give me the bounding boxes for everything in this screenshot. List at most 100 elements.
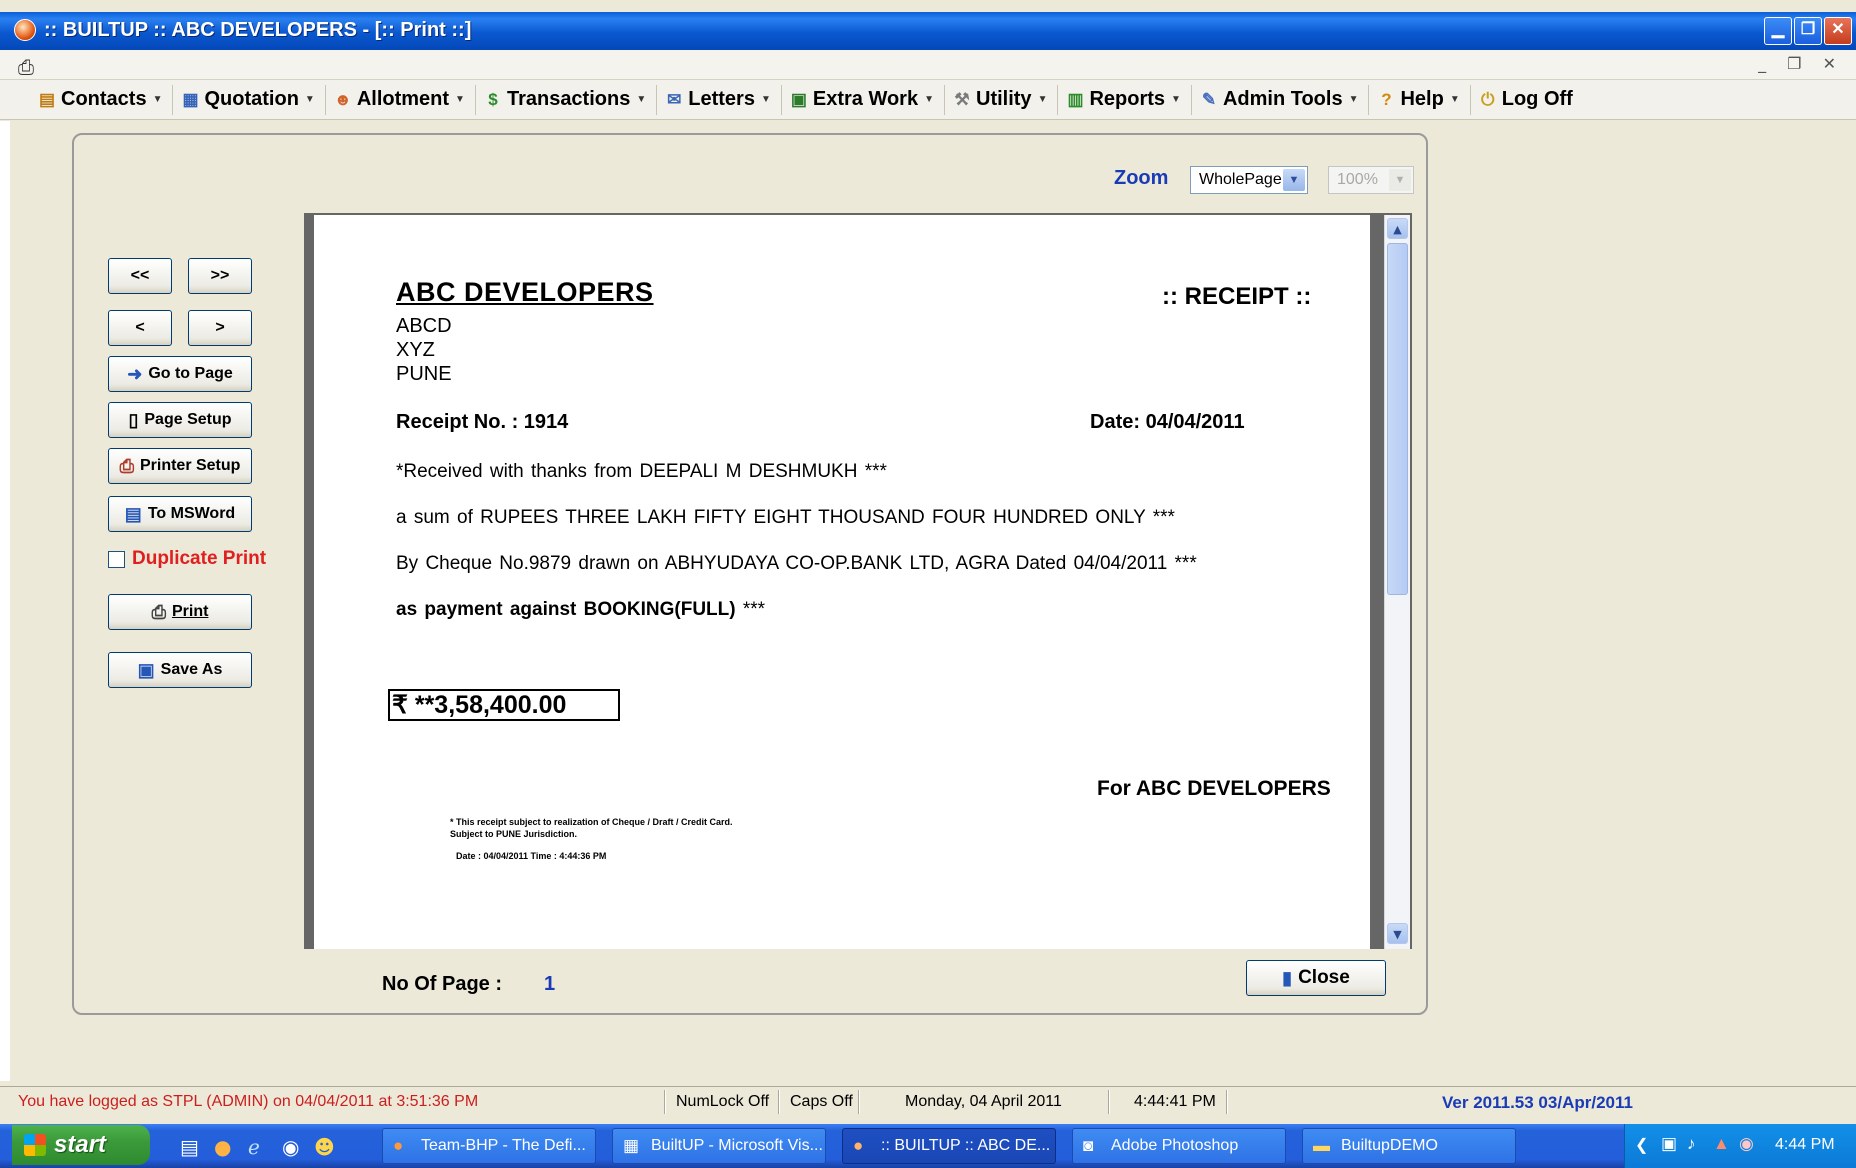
menu-log-off[interactable]: ⏻ Log Off [1471,85,1583,115]
messenger-icon[interactable]: ☻ [314,1135,335,1159]
close-label: Close [1298,967,1350,988]
internet-explorer-icon[interactable]: ℯ [248,1135,260,1159]
scroll-down-icon[interactable]: ▼ [1387,923,1408,944]
letter-icon: ✉ [667,89,682,109]
menu-label: Contacts [61,88,147,110]
taskbar-item-builtupdemo[interactable]: ▬ BuiltupDEMO [1302,1128,1516,1164]
printer-setup-icon: ⎙ [119,456,134,476]
printer-setup-button[interactable]: ⎙ Printer Setup [108,448,252,484]
duplicate-print-label[interactable]: Duplicate Print [132,548,266,570]
log-off-icon: ⏻ [1481,89,1495,109]
menu-reports[interactable]: ▥ Reports ▼ [1058,84,1192,115]
to-msword-button[interactable]: ▤ To MSWord [108,496,252,532]
close-window-button[interactable]: ✕ [1824,17,1852,45]
chevron-down-icon: ▼ [924,94,934,105]
scroll-thumb[interactable] [1387,243,1408,595]
zoom-percent-select[interactable]: 100% ▼ [1328,166,1414,194]
caps-status: Caps Off [790,1093,853,1110]
window-title: :: BUILTUP :: ABC DEVELOPERS - [:: Print… [44,19,472,41]
no-of-page-value: 1 [544,973,556,995]
admin-tools-icon: ✎ [1201,89,1217,109]
status-date: Monday, 04 April 2011 [905,1093,1062,1110]
duplicate-print-checkbox[interactable] [108,550,125,568]
login-status: You have logged as STPL (ADMIN) on 04/04… [18,1093,479,1110]
receipt-date: Date: 04/04/2011 [1090,411,1245,433]
menu-help[interactable]: ? Help ▼ [1369,84,1471,115]
scroll-up-icon[interactable]: ▲ [1387,218,1408,239]
firefox-quicklaunch-icon[interactable]: ● [214,1135,231,1159]
save-disk-icon: ▣ [137,660,155,680]
antivirus-icon[interactable]: ▲ [1713,1134,1730,1154]
save-as-button[interactable]: ▣ Save As [108,652,252,688]
report-viewer: ABC DEVELOPERS :: RECEIPT :: ABCD XYZ PU… [304,213,1412,949]
no-of-page-label: No Of Page : [382,973,503,995]
close-preview-button[interactable]: ▮ Close [1246,960,1386,996]
menu-contacts[interactable]: ▤ Contacts ▼ [30,84,174,115]
document-icon: ▦ [182,89,199,109]
minimize-button[interactable]: ▁ [1764,17,1792,45]
zoom-label: Zoom [1114,167,1169,189]
security-icon[interactable]: ◉ [1739,1134,1754,1154]
show-desktop-icon[interactable]: ▤ [180,1135,199,1159]
taskbar-item-builtup[interactable]: ● :: BUILTUP :: ABC DE... [842,1128,1056,1164]
mdi-window-controls[interactable]: _ ❐ ✕ [1758,54,1844,73]
payment-purpose-line: as payment against BOOKING(FULL) *** [396,599,765,621]
chevron-down-icon: ▼ [304,94,315,105]
zoom-select[interactable]: WholePage ▼ [1190,166,1308,194]
money-icon: $ [488,89,498,109]
previous-page-button[interactable]: < [108,310,172,346]
menu-label: Log Off [1501,88,1573,110]
window-title-bar[interactable]: :: BUILTUP :: ABC DEVELOPERS - [:: Print… [0,12,1856,50]
menu-transactions[interactable]: $ Transactions ▼ [476,84,658,115]
next-page-label: > [215,319,225,336]
menu-label: Allotment [356,88,450,110]
go-to-page-button[interactable]: ➜ Go to Page [108,356,252,392]
status-separator [1226,1090,1228,1114]
menu-allotment[interactable]: ☻ Allotment ▼ [326,84,476,115]
restore-button[interactable]: ❐ [1794,17,1822,45]
chevron-down-icon: ▼ [152,94,163,105]
taskbar-item-photoshop[interactable]: ◙ Adobe Photoshop [1072,1128,1286,1164]
menu-extra-work[interactable]: ▣ Extra Work ▼ [782,84,945,115]
menu-utility[interactable]: ⚒ Utility ▼ [945,84,1059,115]
windows-taskbar: start ▤ ● ℯ ◉ ☻ ● Team-BHP - The Defi...… [0,1124,1856,1168]
address-line-3: PUNE [396,363,452,385]
taskbar-item-team-bhp[interactable]: ● Team-BHP - The Defi... [382,1128,596,1164]
menu-label: Extra Work [812,88,919,110]
chevron-down-icon: ▼ [455,94,465,105]
desktop-screen: :: BUILTUP :: ABC DEVELOPERS - [:: Print… [0,0,1856,1168]
windows-logo-icon [24,1134,46,1156]
first-page-button[interactable]: << [108,258,172,294]
last-page-button[interactable]: >> [188,258,252,294]
main-menu-bar: ▤ Contacts ▼ ▦ Quotation ▼ ☻ Allotment ▼… [0,80,1856,120]
footnote-jurisdiction: Subject to PUNE Jurisdiction. [450,829,578,839]
footnote-timestamp: Date : 04/04/2011 Time : 4:44:36 PM [456,851,607,861]
chevron-down-icon[interactable]: ▼ [1283,169,1305,191]
zoom-select-value: WholePage [1199,171,1282,188]
save-as-label: Save As [160,661,223,678]
media-player-icon[interactable]: ◉ [282,1135,299,1159]
tray-expand-icon[interactable]: ❮ [1635,1135,1648,1155]
taskbar-item-visual-studio[interactable]: ▦ BuiltUP - Microsoft Vis... [612,1128,826,1164]
received-from-line: *Received with thanks from DEEPALI M DES… [396,461,887,482]
start-button[interactable]: start [12,1125,150,1165]
network-icon[interactable]: ▣ [1661,1134,1677,1154]
extra-work-icon: ▣ [790,89,807,109]
builtup-icon: ● [853,1136,864,1155]
duplicate-print-option[interactable]: Duplicate Print [108,548,266,570]
page-setup-button[interactable]: ▯ Page Setup [108,402,252,438]
start-label: start [54,1131,107,1158]
clock[interactable]: 4:44 PM [1775,1136,1835,1154]
volume-icon[interactable]: ♪ [1687,1134,1696,1154]
receipt-number: Receipt No. : 1914 [396,411,569,433]
printer-setup-label: Printer Setup [139,457,241,474]
menu-letters[interactable]: ✉ Letters ▼ [657,84,782,115]
menu-admin-tools[interactable]: ✎ Admin Tools ▼ [1192,84,1370,115]
status-time: 4:44:41 PM [1134,1093,1216,1110]
menu-quotation[interactable]: ▦ Quotation ▼ [173,84,326,115]
version-status: Ver 2011.53 03/Apr/2011 [1442,1093,1633,1112]
next-page-button[interactable]: > [188,310,252,346]
vertical-scrollbar[interactable]: ▲ ▼ [1384,215,1410,949]
print-button[interactable]: ⎙ Print [108,594,252,630]
photoshop-icon: ◙ [1083,1136,1094,1155]
